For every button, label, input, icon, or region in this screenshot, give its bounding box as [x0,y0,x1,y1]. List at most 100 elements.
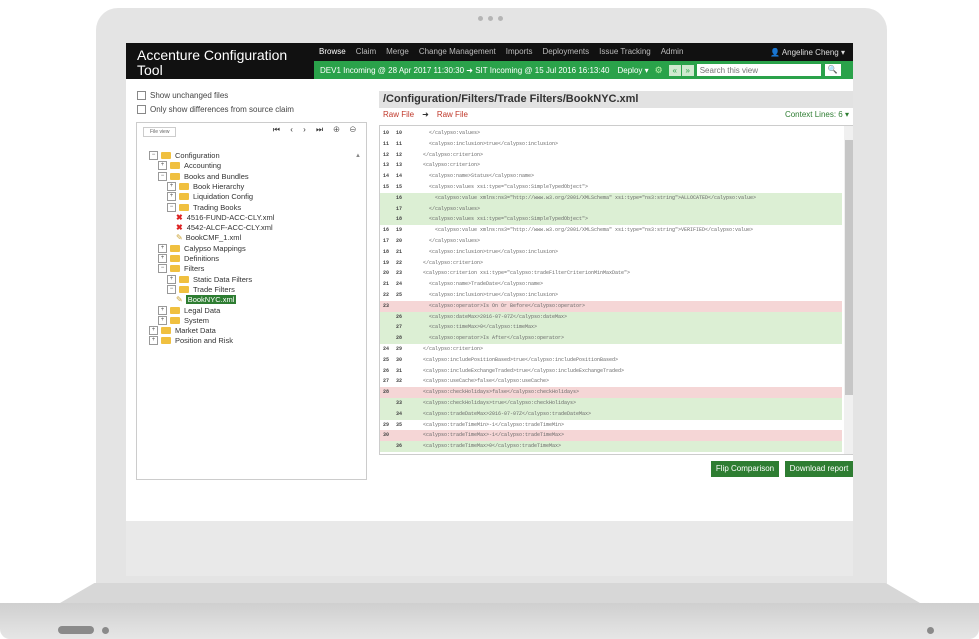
context-lines-dropdown[interactable]: Context Lines: 6 ▾ [785,110,853,119]
tree-node-label: Legal Data [184,305,221,315]
next-icon[interactable]: » [681,64,694,76]
code-text: <calypso:checkHolidays>true</calypso:che… [423,400,577,406]
diff-line: 22 25 <calypso:inclusion>true</calypso:inc… [380,290,842,301]
nav-deployments[interactable]: Deployments [537,43,594,61]
expand-icon[interactable]: + [167,274,176,284]
code-text: <calypso:tradeDateTenorMin>Jwmmmm</calyp… [409,452,606,454]
nav-claim[interactable]: Claim [351,43,381,61]
expand-icon[interactable]: + [167,181,176,191]
new-line-number: 13 [396,162,403,169]
tree-node[interactable]: ✎ BookCMF_1.xml [176,233,241,242]
deploy-dropdown[interactable]: Deploy ▾ [618,66,649,75]
search-icon[interactable]: 🔍 [824,64,841,76]
tree-node[interactable]: + Liquidation Config [167,192,253,202]
tree-node[interactable]: + Definitions [158,254,219,263]
tab-file-view[interactable]: File view [143,127,177,137]
diff-line-added: 27 <calypso:timeMax>0</calypso:timeMax> [380,322,842,334]
code-text: </calypso:criterion> [423,151,484,158]
tree-node[interactable]: + Accounting [158,161,221,171]
expand-icon[interactable]: + [158,305,167,315]
tree-node[interactable]: − Trade Filters [167,284,235,294]
old-line-number: 10 [383,130,390,136]
tree-node-label: Position and Risk [175,336,233,346]
expand-icon[interactable]: + [167,192,176,202]
code-text: <calypso:includeExchangeTraded>true</cal… [423,367,625,374]
laptop-led [102,627,109,634]
tree-node[interactable]: + Book Hierarchy [167,181,244,191]
camera-dots [460,16,520,28]
expand-icon[interactable]: + [158,315,167,325]
diff-scrollbar[interactable] [844,126,853,454]
nav-admin[interactable]: Admin [656,43,689,61]
tree-node-label: Static Data Filters [193,274,253,284]
folder-icon [170,162,180,170]
tree-node[interactable]: − Books and Bundles [158,171,249,181]
show-unchanged-option[interactable]: Show unchanged files [137,91,228,100]
diff-scrollbar-thumb[interactable] [845,140,853,395]
expand-icon[interactable]: + [158,161,167,171]
tree-node[interactable]: + Position and Risk [149,336,233,346]
tree-node[interactable]: + Legal Data [158,305,221,315]
tree-scroll-up-icon[interactable]: ▲ [355,153,361,159]
collapse-icon[interactable]: − [149,151,158,160]
tree-node-label: Trade Filters [193,284,235,294]
folder-icon [179,275,189,283]
old-line-number: 14 [383,173,390,180]
tree-node[interactable]: ✎ BookNYC.xml [176,295,237,305]
tree-node[interactable]: − Trading Books [167,202,241,212]
tree-node[interactable]: ✖ 4542-ALCF-ACC-CLY.xml [176,223,273,232]
tree-node[interactable]: ✖ 4516-FUND-ACC-CLY.xml [176,213,274,222]
expand-icon[interactable]: + [158,243,167,253]
tree-node[interactable]: − Filters [158,264,204,274]
nav-browse[interactable]: Browse [314,43,351,61]
tree-node[interactable]: + Static Data Filters [167,274,253,284]
diff-line-added: 26 <calypso:dateMax>2016-07-07Z</calypso:… [380,311,842,323]
diff-line: 25 30 <calypso:includePositionBased>true</… [380,355,842,366]
expand-icon[interactable]: + [149,326,158,336]
folder-icon [170,255,180,262]
nav-merge[interactable]: Merge [381,43,414,61]
tree-nav-controls[interactable]: ⏮ ‹ › ⏭ ⊕ ⊖ [273,125,360,135]
tree-node-label: Definitions [184,254,220,263]
flip-comparison-button[interactable]: Flip Comparison [711,461,779,477]
old-line-number: 20 [383,270,390,277]
collapse-icon[interactable]: − [167,284,176,294]
new-line-number: 23 [396,270,403,277]
code-text: <calypso:includePositionBased>true</caly… [423,356,619,363]
nav-issue-tracking[interactable]: Issue Tracking [594,43,656,61]
tree-node[interactable]: + Market Data [149,326,216,336]
expand-icon[interactable]: + [158,254,167,263]
download-report-button[interactable]: Download report [785,461,853,477]
show-unchanged-checkbox[interactable] [137,91,146,100]
only-differences-option[interactable]: Only show differences from source claim [137,105,294,114]
old-line-number: 21 [383,281,390,288]
diff-line-added: 18 <calypso:values xsi:type="calypso:Simp… [380,214,842,226]
gear-icon[interactable]: ⚙ [655,65,663,76]
diff-line: 24 29 </calypso:criterion> [380,344,842,355]
nav-imports[interactable]: Imports [501,43,538,61]
expand-icon[interactable]: + [149,336,158,346]
raw-file-link-right[interactable]: Raw File [437,110,468,119]
folder-icon [170,265,180,273]
tree-node[interactable]: + Calypso Mappings [158,243,246,253]
tree-node[interactable]: + System [158,315,210,325]
raw-file-link-left[interactable]: Raw File [379,110,414,119]
diff-line-added: 16 <calypso:value xmlns:ns3="http://www.w… [380,192,842,204]
tree-node[interactable]: − Configuration [149,151,220,160]
only-differences-checkbox[interactable] [137,105,146,114]
prev-icon[interactable]: « [668,64,681,76]
file-bar: Raw File ➜ Raw File Context Lines: 6 ▾ [379,108,853,120]
nav-change-management[interactable]: Change Management [414,43,501,61]
collapse-icon[interactable]: − [167,202,176,212]
laptop-port [58,626,94,634]
search-input[interactable] [696,64,821,76]
collapse-icon[interactable]: − [158,264,167,274]
collapse-icon[interactable]: − [158,171,167,181]
user-menu[interactable]: 👤 Angeline Cheng ▾ [770,48,853,57]
old-line-number: 24 [383,346,390,352]
tree-node-label: System [184,315,210,325]
old-line-number: 26 [383,367,390,374]
laptop-led-right [927,627,934,634]
app-screen: Accenture Configuration Tool for Calypso… [126,43,853,521]
code-text: </calypso:values> [429,205,481,212]
